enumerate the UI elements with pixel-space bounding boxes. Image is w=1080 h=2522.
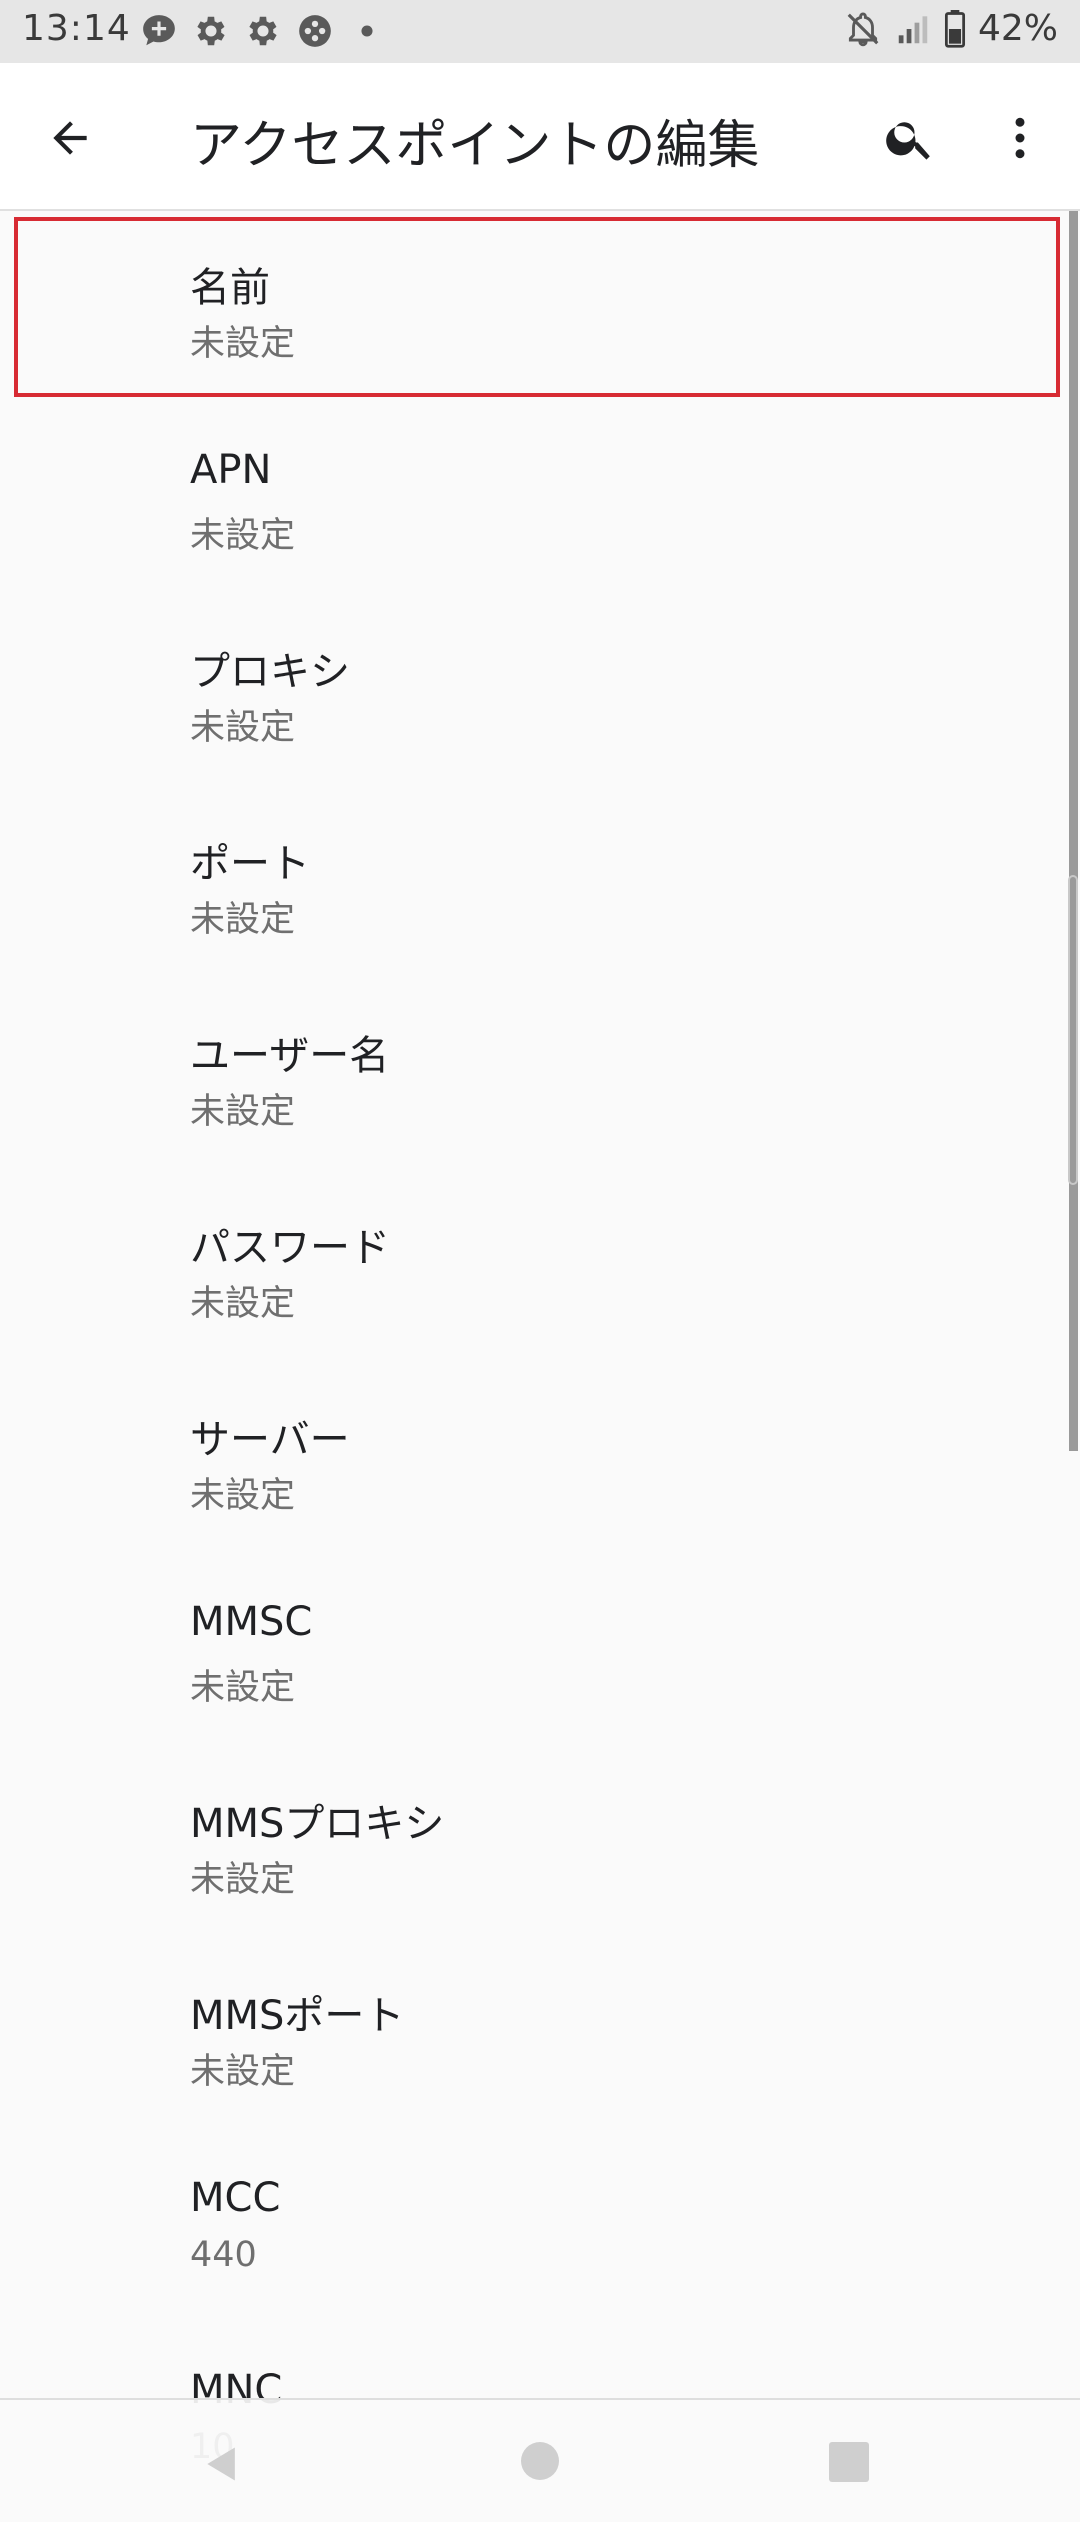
dot-icon xyxy=(361,25,373,37)
setting-value: 未設定 xyxy=(190,324,296,364)
setting-item-mmsc[interactable]: MMSC 未設定 xyxy=(0,1555,1080,1747)
app-bar: アクセスポイントの編集 xyxy=(0,63,1080,211)
setting-title: MMSプロキシ xyxy=(190,1801,445,1847)
setting-item-port[interactable]: ポート 未設定 xyxy=(0,787,1080,979)
setting-value: 未設定 xyxy=(190,900,296,940)
more-vert-icon xyxy=(1015,117,1025,159)
setting-value: 未設定 xyxy=(190,1284,296,1324)
search-icon xyxy=(886,122,930,160)
more-options-button[interactable] xyxy=(990,108,1050,168)
chat-plus-icon xyxy=(143,15,175,46)
nav-home-button[interactable] xyxy=(521,2442,559,2480)
setting-item-mcc[interactable]: MCC 440 xyxy=(0,2131,1080,2323)
nav-back-button[interactable] xyxy=(200,2442,244,2486)
page-scrollbar[interactable] xyxy=(1069,211,1078,1451)
notifications-off-icon xyxy=(847,12,879,46)
setting-item-name[interactable]: 名前 未設定 xyxy=(0,211,1080,403)
back-button[interactable] xyxy=(40,108,100,168)
gear-icon xyxy=(197,16,225,46)
setting-value: 未設定 xyxy=(190,708,296,748)
gamepad-icon xyxy=(299,15,331,47)
apn-settings-list: 名前 未設定 APN 未設定 プロキシ 未設定 ポート 未設定 ユーザー名 未設… xyxy=(0,211,1080,2515)
setting-title: MCC xyxy=(190,2175,281,2221)
setting-item-password[interactable]: パスワード 未設定 xyxy=(0,1171,1080,1363)
setting-title: MMSC xyxy=(190,1599,313,1645)
setting-title: パスワード xyxy=(190,1225,390,1271)
navigation-bar xyxy=(0,2398,1080,2522)
setting-value: 未設定 xyxy=(190,516,296,556)
battery-icon xyxy=(944,9,966,48)
setting-title: ポート xyxy=(190,841,310,887)
status-bar: 13:14 42% xyxy=(0,0,1080,63)
setting-title: ユーザー名 xyxy=(190,1033,390,1079)
setting-title: MMSポート xyxy=(190,1993,405,2039)
battery-percentage: 42% xyxy=(977,8,1058,49)
nav-recents-button[interactable] xyxy=(829,2442,869,2482)
setting-item-username[interactable]: ユーザー名 未設定 xyxy=(0,979,1080,1171)
setting-value: 未設定 xyxy=(190,1476,296,1516)
gear-icon xyxy=(249,16,277,46)
search-button[interactable] xyxy=(880,108,940,168)
page-title: アクセスポイントの編集 xyxy=(190,116,760,176)
setting-value: 440 xyxy=(190,2235,257,2275)
arrow-back-icon xyxy=(53,121,87,155)
setting-value: 未設定 xyxy=(190,2052,296,2092)
setting-item-mms-port[interactable]: MMSポート 未設定 xyxy=(0,1939,1080,2131)
setting-value: 未設定 xyxy=(190,1668,296,1708)
setting-value: 未設定 xyxy=(190,1860,296,1900)
setting-title: 名前 xyxy=(190,265,270,311)
notification-icons xyxy=(140,12,386,50)
setting-value: 未設定 xyxy=(190,1092,296,1132)
setting-item-proxy[interactable]: プロキシ 未設定 xyxy=(0,595,1080,787)
signal-icon xyxy=(898,15,928,43)
setting-title: プロキシ xyxy=(190,649,350,695)
system-icons: 42% xyxy=(844,8,1058,49)
setting-item-mms-proxy[interactable]: MMSプロキシ 未設定 xyxy=(0,1747,1080,1939)
setting-title: サーバー xyxy=(190,1417,350,1463)
fast-scroll-track[interactable] xyxy=(1068,875,1078,1185)
setting-item-apn[interactable]: APN 未設定 xyxy=(0,403,1080,595)
status-time: 13:14 xyxy=(22,8,131,49)
setting-item-server[interactable]: サーバー 未設定 xyxy=(0,1363,1080,1555)
setting-title: APN xyxy=(190,447,272,493)
